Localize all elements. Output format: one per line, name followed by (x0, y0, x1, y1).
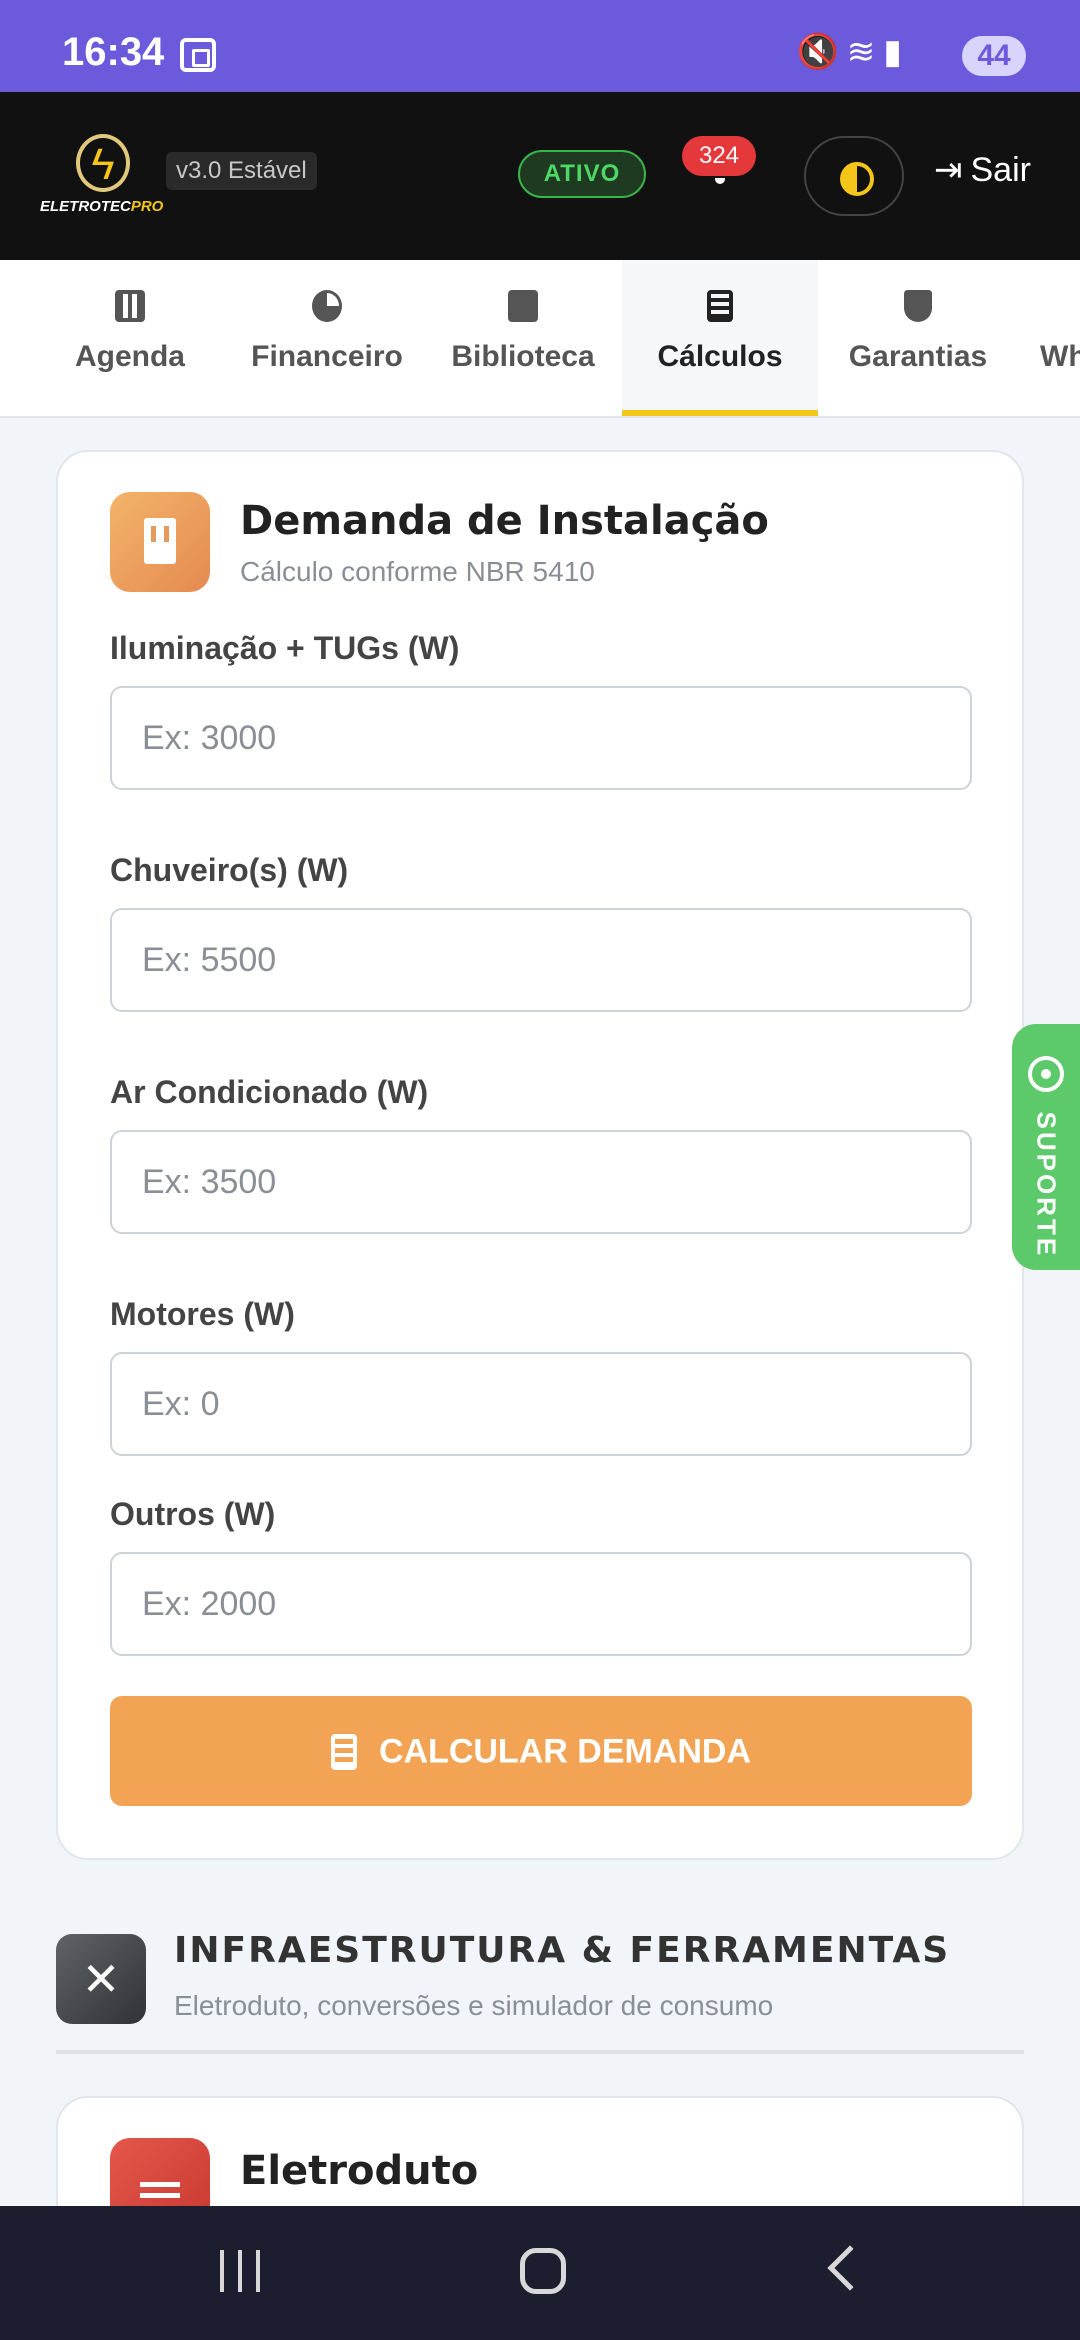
app-header: ϟ ELETROTECPRO v3.0 Estável ATIVO (0, 92, 1080, 260)
mute-icon: 🔇 (796, 33, 847, 71)
tab-financeiro[interactable]: Financeiro (240, 260, 414, 416)
tools-icon: ✕ (56, 1934, 146, 2024)
status-time: 16:34 (62, 30, 165, 74)
demand-calculator-card: Demanda de Instalação Cálculo conforme N… (56, 450, 1024, 1860)
calculate-demand-button[interactable]: CALCULAR DEMANDA (110, 1696, 972, 1806)
tab-whatsapp[interactable]: Wh (1040, 260, 1080, 416)
contrast-icon (840, 162, 874, 196)
tab-label: Wh (1040, 340, 1080, 373)
logout-label: Sair (970, 151, 1031, 189)
screenshot-icon (180, 38, 216, 72)
building-icon (110, 492, 210, 592)
brand-name: ELETROTECPRO (40, 198, 164, 215)
tab-label: Agenda (74, 340, 185, 373)
status-badge: ATIVO (518, 150, 646, 198)
support-tab[interactable]: SUPORTE (1012, 1024, 1080, 1270)
home-icon[interactable] (520, 2248, 566, 2294)
section-subtitle: Eletroduto, conversões e simulador de co… (174, 1990, 774, 2021)
tab-bar: Agenda Financeiro Biblioteca Cálculos Ga… (0, 260, 1080, 418)
battery-indicator: 44 (962, 36, 1026, 76)
conduit-card-title: Eletroduto (240, 2148, 479, 2194)
logout-button[interactable]: ⇥ Sair (934, 150, 1031, 190)
air-conditioning-field-label: Ar Condicionado (W) (110, 1074, 429, 1110)
sign-out-icon: ⇥ (934, 151, 963, 189)
book-icon (508, 290, 538, 322)
others-input[interactable] (110, 1552, 972, 1656)
tab-garantias[interactable]: Garantias (846, 260, 990, 416)
lightning-bolt-icon: ϟ (76, 134, 130, 192)
status-bar: 16:34 🔇≋▮ 44 (0, 0, 1080, 92)
others-field-label: Outros (W) (110, 1496, 276, 1532)
section-divider (56, 2050, 1024, 2054)
support-label: SUPORTE (1031, 1111, 1062, 1259)
motors-input[interactable] (110, 1352, 972, 1456)
calculator-icon (330, 1733, 357, 1770)
back-icon[interactable] (827, 2245, 873, 2291)
version-badge: v3.0 Estável (166, 152, 317, 190)
tab-biblioteca[interactable]: Biblioteca (448, 260, 598, 416)
card-title: Demanda de Instalação (240, 498, 769, 544)
system-icons: 🔇≋▮ (796, 32, 910, 72)
section-title: INFRAESTRUTURA & FERRAMENTAS (174, 1930, 951, 1971)
air-conditioning-input[interactable] (110, 1130, 972, 1234)
shower-input[interactable] (110, 908, 972, 1012)
tab-calculos[interactable]: Cálculos (622, 260, 818, 416)
calculator-icon (707, 290, 733, 322)
wifi-icon: ≋ (846, 33, 884, 71)
tab-label: Biblioteca (451, 340, 595, 373)
tab-label: Cálculos (657, 340, 783, 373)
lighting-field-label: Iluminação + TUGs (W) (110, 630, 460, 666)
theme-toggle-button[interactable] (804, 136, 904, 216)
lighting-input[interactable] (110, 686, 972, 790)
card-subtitle: Cálculo conforme NBR 5410 (240, 556, 595, 587)
signal-icon: ▮ (883, 33, 910, 71)
notification-count-badge: 324 (682, 136, 756, 176)
pie-chart-icon (312, 290, 342, 322)
button-label: CALCULAR DEMANDA (378, 1732, 752, 1771)
whatsapp-icon (1028, 1056, 1064, 1092)
app-logo[interactable]: ϟ ELETROTECPRO (40, 134, 163, 224)
tab-label: Financeiro (251, 340, 403, 373)
recents-icon[interactable] (218, 2250, 264, 2292)
tab-agenda[interactable]: Agenda (62, 260, 198, 416)
calendar-icon (115, 290, 145, 322)
shower-field-label: Chuveiro(s) (W) (110, 852, 349, 888)
shield-icon (904, 290, 932, 322)
tab-label: Garantias (848, 340, 988, 373)
system-nav-bar (0, 2206, 1080, 2340)
motors-field-label: Motores (W) (110, 1296, 295, 1332)
